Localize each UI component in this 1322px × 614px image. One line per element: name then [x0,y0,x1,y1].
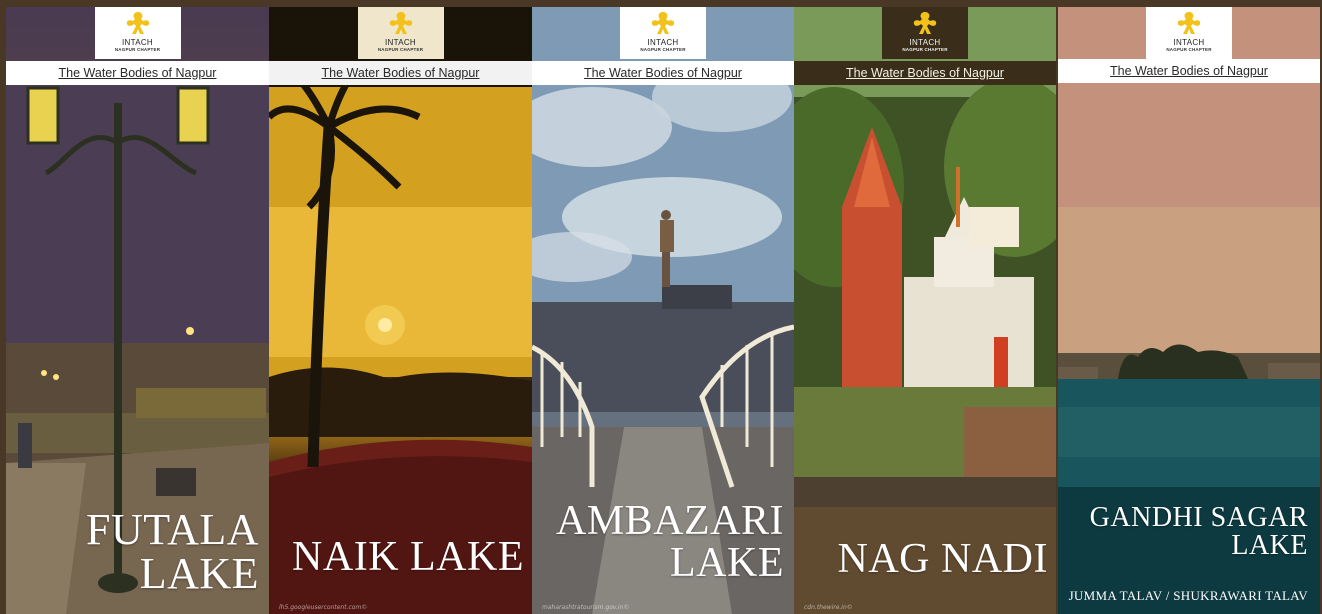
title-line-1: NAIK LAKE [292,534,524,580]
logo-subtitle: NAGPUR CHAPTER [377,47,424,52]
intach-logo: INTACH NAGPUR CHAPTER [882,7,968,59]
series-title-link[interactable]: The Water Bodies of Nagpur [59,66,217,80]
intach-emblem-icon [651,12,675,34]
intach-emblem-icon [1177,12,1201,34]
logo-subtitle: NAGPUR CHAPTER [640,47,686,52]
logo-subtitle: NAGPUR CHAPTER [1166,47,1212,52]
title-line-1: AMBAZARI [555,498,784,544]
poster-title: GANDHI SAGAR LAKE [1090,504,1308,560]
title-line-2: LAKE [139,549,259,598]
poster-nag-nadi[interactable]: INTACH NAGPUR CHAPTER The Water Bodies o… [794,7,1056,614]
title-line-1: NAG NADI [837,536,1048,582]
title-line-1: FUTALA [85,505,259,554]
series-title-link[interactable]: The Water Bodies of Nagpur [322,66,480,80]
poster-naik-lake[interactable]: INTACH NAGPUR CHAPTER The Water Bodies o… [269,7,532,614]
intach-logo: INTACH NAGPUR CHAPTER [357,7,444,59]
title-line-1: GANDHI SAGAR [1089,502,1308,533]
palm-sunset-scene [269,7,532,614]
scene-image [269,7,532,614]
header-bar: The Water Bodies of Nagpur [6,61,269,85]
intach-emblem-icon [913,12,937,34]
intach-logo: INTACH NAGPUR CHAPTER [620,7,706,59]
logo-name: INTACH [122,38,153,47]
poster-strip: INTACH NAGPUR CHAPTER The Water Bodies o… [0,0,1322,614]
logo-name: INTACH [1173,38,1205,47]
title-line-2: LAKE [670,540,784,586]
title-line-2: LAKE [1231,530,1308,561]
poster-gandhi-sagar-lake[interactable]: INTACH NAGPUR CHAPTER The Water Bodies o… [1058,7,1320,614]
logo-subtitle: NAGPUR CHAPTER [902,47,948,52]
intach-emblem-icon [126,12,149,34]
series-title-link[interactable]: The Water Bodies of Nagpur [1110,64,1268,78]
poster-subtitle: JUMMA TALAV / SHUKRAWARI TALAV [1068,588,1308,603]
temple-river-scene [794,7,1056,614]
header-bar: The Water Bodies of Nagpur [269,61,532,85]
intach-logo: INTACH NAGPUR CHAPTER [94,7,181,59]
header-bar: The Water Bodies of Nagpur [794,61,1056,85]
header-bar: The Water Bodies of Nagpur [532,61,794,85]
logo-name: INTACH [647,38,679,47]
intach-emblem-icon [389,12,412,34]
poster-ambazari-lake[interactable]: INTACH NAGPUR CHAPTER The Water Bodies o… [532,7,794,614]
logo-name: INTACH [909,38,941,47]
poster-title: FUTALA LAKE [86,508,259,596]
image-credit: lh5.googleusercontent.com© [279,604,368,611]
image-credit: cdn.thewire.in© [804,604,853,611]
poster-futala-lake[interactable]: INTACH NAGPUR CHAPTER The Water Bodies o… [6,7,269,614]
series-title-link[interactable]: The Water Bodies of Nagpur [846,66,1004,80]
logo-name: INTACH [385,38,416,47]
series-title-link[interactable]: The Water Bodies of Nagpur [584,66,742,80]
scene-image [794,7,1056,614]
header-bar: The Water Bodies of Nagpur [1058,59,1320,83]
logo-subtitle: NAGPUR CHAPTER [114,47,161,52]
image-credit: maharashtratourism.gov.in© [542,604,630,611]
poster-title: NAG NADI [838,538,1048,580]
intach-logo: INTACH NAGPUR CHAPTER [1146,7,1232,59]
poster-title: NAIK LAKE [292,536,524,578]
poster-title: AMBAZARI LAKE [556,500,784,584]
